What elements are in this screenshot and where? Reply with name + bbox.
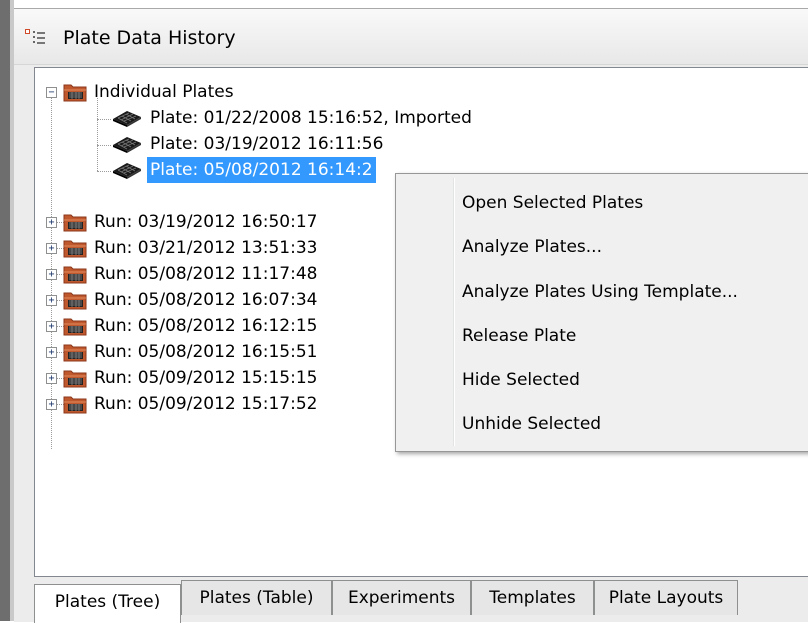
expand-icon[interactable]: + [46,269,57,280]
expand-icon[interactable]: + [46,373,57,384]
folder-plate-icon [63,370,87,388]
expand-icon[interactable]: + [46,321,57,332]
tree-node-run[interactable]: + Run: 03/21/2012 13:51:33 [35,235,395,261]
tree-node-label: Run: 05/08/2012 11:17:48 [94,264,318,284]
tab-plate-layouts[interactable]: Plate Layouts [594,580,738,615]
folder-plate-icon [63,214,87,232]
tree-node-run[interactable]: + Run: 05/08/2012 16:07:34 [35,287,395,313]
plate-icon [113,111,141,127]
folder-plate-icon [63,266,87,284]
folder-plate-icon [63,318,87,336]
plate-icon [113,163,141,179]
menu-item-analyze-plates-using-template[interactable]: Analyze Plates Using Template... [462,274,738,310]
tree-node-label: Run: 03/21/2012 13:51:33 [94,238,318,258]
folder-plate-icon [63,84,87,102]
expand-icon[interactable]: + [46,295,57,306]
tree-node-run[interactable]: + Run: 03/19/2012 16:50:17 [35,209,395,235]
view-tabs: Plates (Tree) Plates (Table) Experiments… [34,580,808,623]
tree-node-run[interactable]: + Run: 05/08/2012 11:17:48 [35,261,395,287]
title-bar: Plate Data History [14,9,808,65]
tree-node-label: Run: 05/08/2012 16:07:34 [94,290,318,310]
tab-plates-table[interactable]: Plates (Table) [181,580,332,615]
menu-item-unhide-selected[interactable]: Unhide Selected [462,406,601,442]
tree-node-label: Run: 03/19/2012 16:50:17 [94,212,318,232]
expand-icon[interactable]: + [46,399,57,410]
tree-node-label: Plate: 03/19/2012 16:11:56 [150,134,384,154]
tree-node-label: Plate: 01/22/2008 15:16:52, Imported [150,108,472,128]
tree-node-label: Plate: 05/08/2012 16:14:2 [147,157,376,183]
tree-node-run[interactable]: + Run: 05/08/2012 16:15:51 [35,339,395,365]
tab-experiments[interactable]: Experiments [332,580,471,615]
menu-icon-gutter [453,178,455,446]
tree-node-plate[interactable]: Plate: 01/22/2008 15:16:52, Imported [35,105,555,131]
menu-item-hide-selected[interactable]: Hide Selected [462,362,580,398]
folder-plate-icon [63,240,87,258]
tree-node-label: Run: 05/09/2012 15:17:52 [94,394,318,414]
window-title: Plate Data History [63,27,236,49]
tree-node-run[interactable]: + Run: 05/09/2012 15:15:15 [35,365,395,391]
folder-plate-icon [63,396,87,414]
tree-node-label: Individual Plates [94,82,234,102]
menu-item-release-plate[interactable]: Release Plate [462,318,576,354]
tree-node-individual-plates[interactable]: − Individual Plates [35,79,335,105]
folder-plate-icon [63,292,87,310]
expand-icon[interactable]: + [46,243,57,254]
collapse-icon[interactable]: − [46,87,57,98]
expand-icon[interactable]: + [46,217,57,228]
tree-node-run[interactable]: + Run: 05/09/2012 15:17:52 [35,391,395,417]
menu-item-open-selected-plates[interactable]: Open Selected Plates [462,185,643,221]
tab-templates[interactable]: Templates [471,580,594,615]
folder-plate-icon [63,344,87,362]
tree-node-label: Run: 05/08/2012 16:12:15 [94,316,318,336]
tree-node-run[interactable]: + Run: 05/08/2012 16:12:15 [35,313,395,339]
background-window-edge [0,0,10,621]
tree-node-plate[interactable]: Plate: 03/19/2012 16:11:56 [35,131,555,157]
tree-node-label: Run: 05/08/2012 16:15:51 [94,342,318,362]
plate-icon [113,137,141,153]
menu-item-analyze-plates[interactable]: Analyze Plates... [462,229,602,265]
tree-node-label: Run: 05/09/2012 15:15:15 [94,368,318,388]
context-menu: Open Selected Plates Analyze Plates... A… [395,173,808,452]
expand-icon[interactable]: + [46,347,57,358]
window-app-icon [25,29,45,44]
tab-plates-tree[interactable]: Plates (Tree) [34,584,181,623]
